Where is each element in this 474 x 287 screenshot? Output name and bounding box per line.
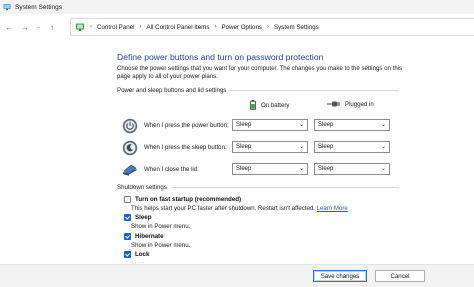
breadcrumb-separator: › [267, 24, 270, 30]
fast-startup-description: This helps start your PC faster after sh… [131, 205, 348, 212]
sleep-button-row: When I press the sleep button: Sleep ⌄ S… [122, 140, 402, 156]
control-panel-icon [3, 4, 11, 11]
section-divider [230, 90, 399, 91]
power-button-icon [122, 118, 138, 134]
fast-startup-desc-text: This helps start your PC faster after sh… [131, 205, 315, 212]
power-button-plugged-select[interactable]: Sleep ⌄ [314, 119, 390, 131]
lid-close-label: When I close the lid: [144, 166, 199, 173]
breadcrumb-separator: › [139, 24, 142, 30]
power-button-row: When I press the power button: Sleep ⌄ S… [122, 118, 402, 134]
sleep-checkbox[interactable] [124, 214, 131, 221]
column-header-battery: On battery [250, 100, 289, 110]
lock-option[interactable]: Lock [124, 251, 149, 258]
hibernate-description: Show in Power menu. [131, 242, 191, 249]
breadcrumb-system-settings[interactable]: System Settings [274, 24, 319, 31]
power-section-title: Power and sleep buttons and lid settings [117, 87, 227, 94]
sleep-button-plugged-select[interactable]: Sleep ⌄ [314, 141, 390, 153]
chevron-down-icon: ⌄ [380, 166, 386, 172]
control-panel-small-icon [76, 23, 84, 31]
select-value: Sleep [236, 144, 252, 150]
power-button-label: When I press the power button: [144, 122, 229, 129]
lock-checkbox[interactable] [124, 251, 131, 258]
shutdown-section-header: Shutdown settings [117, 184, 399, 191]
breadcrumb-separator: › [90, 24, 92, 30]
footer-bar: Save changes Cancel [0, 264, 474, 287]
chevron-down-icon: ⌄ [380, 144, 386, 150]
fast-startup-label: Turn on fast startup (recommended) [135, 196, 242, 203]
learn-more-link[interactable]: Learn More [317, 205, 348, 212]
sleep-option[interactable]: Sleep [124, 214, 152, 221]
chevron-down-icon: ⌄ [380, 122, 386, 128]
column-label-battery: On battery [261, 101, 290, 109]
shutdown-section-title: Shutdown settings [117, 184, 167, 191]
breadcrumb-separator: › [214, 24, 217, 30]
hibernate-label: Hibernate [135, 233, 164, 240]
breadcrumb-power-options[interactable]: Power Options [221, 24, 262, 31]
column-header-plugged: Plugged in [327, 100, 374, 108]
power-section-header: Power and sleep buttons and lid settings [117, 87, 399, 94]
battery-icon [250, 100, 256, 110]
fast-startup-option[interactable]: Turn on fast startup (recommended) [124, 196, 241, 203]
page-description: Choose the power settings that you want … [117, 65, 403, 81]
breadcrumb-control-panel[interactable]: Control Panel [97, 24, 135, 31]
hibernate-checkbox[interactable] [124, 233, 131, 240]
breadcrumb-all-items[interactable]: All Control Panel Items [147, 24, 210, 31]
lock-label: Lock [135, 251, 150, 258]
hibernate-option[interactable]: Hibernate [124, 233, 164, 240]
fast-startup-checkbox[interactable] [124, 196, 131, 203]
navigation-bar: ← → ⌄ ↑ › Control Panel › All Control Pa… [0, 16, 474, 38]
lid-close-plugged-select[interactable]: Sleep ⌄ [314, 163, 390, 175]
chevron-down-icon: ⌄ [298, 122, 304, 128]
select-value: Sleep [236, 166, 252, 172]
section-divider [170, 187, 399, 188]
cancel-button[interactable]: Cancel [375, 270, 425, 282]
sleep-button-label: When I press the sleep button: [144, 144, 227, 151]
window-title: System Settings [15, 3, 62, 11]
sleep-button-icon [122, 140, 138, 156]
select-value: Sleep [318, 166, 334, 172]
forward-arrow-icon[interactable]: → [18, 20, 32, 34]
select-value: Sleep [318, 122, 334, 128]
title-bar: System Settings [0, 0, 474, 14]
power-plug-icon [327, 101, 340, 107]
back-arrow-icon[interactable]: ← [2, 20, 16, 34]
lid-close-row: When I close the lid: Sleep ⌄ Sleep ⌄ [122, 162, 402, 178]
up-arrow-icon[interactable]: ↑ [45, 20, 59, 34]
sleep-description: Show in Power menu. [131, 223, 191, 230]
save-changes-button[interactable]: Save changes [313, 270, 367, 282]
laptop-lid-icon [123, 164, 137, 176]
select-value: Sleep [318, 144, 334, 150]
chevron-down-icon: ⌄ [298, 144, 304, 150]
chevron-down-icon: ⌄ [298, 166, 304, 172]
select-value: Sleep [236, 122, 252, 128]
column-label-plugged: Plugged in [345, 100, 374, 108]
page-title: Define power buttons and turn on passwor… [117, 52, 324, 62]
power-button-battery-select[interactable]: Sleep ⌄ [232, 119, 308, 131]
address-bar[interactable]: › Control Panel › All Control Panel Item… [70, 18, 474, 36]
recent-locations-chevron-icon[interactable]: ⌄ [34, 20, 43, 34]
sleep-button-battery-select[interactable]: Sleep ⌄ [232, 141, 308, 153]
lid-close-battery-select[interactable]: Sleep ⌄ [232, 163, 308, 175]
sleep-label: Sleep [135, 214, 152, 221]
